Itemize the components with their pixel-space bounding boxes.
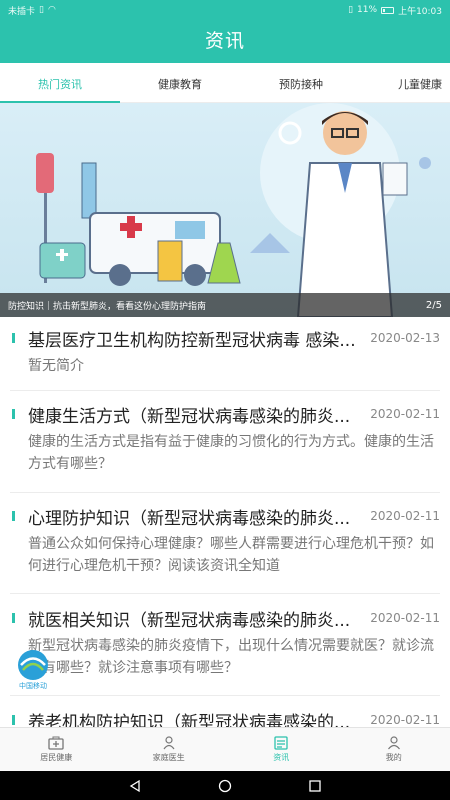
header: 未插卡 ▯ ◠ ▯ 11% 上午10:03 资讯 — [0, 0, 450, 63]
tab-vaccination[interactable]: 预防接种 — [279, 76, 323, 92]
status-bar: 未插卡 ▯ ◠ ▯ 11% 上午10:03 — [0, 0, 450, 20]
article-summary: 普通公众如何保持心理健康？哪些人群需要进行心理危机干预？如何进行心理危机干预？阅… — [28, 536, 434, 574]
nav-mine[interactable]: 我的 — [338, 728, 450, 771]
nav-news[interactable]: 资讯 — [225, 728, 338, 771]
doctor-icon — [163, 736, 175, 750]
article-summary: 健康的生活方式是指有益于健康的习惯化的行为方式。健康的生活方式有哪些？ — [28, 434, 434, 472]
article-title: 就医相关知识（新型冠状病毒感染的肺炎... — [28, 610, 351, 631]
article-summary: 暂无简介 — [28, 358, 84, 374]
divider — [10, 390, 440, 391]
divider — [10, 695, 440, 696]
person-icon — [387, 736, 400, 750]
article-title: 心理防护知识（新型冠状病毒感染的肺炎... — [28, 508, 351, 529]
article-date: 2020-02-11 — [370, 713, 440, 727]
medical-kit-icon — [48, 736, 64, 750]
banner-caption-bar: 防控知识｜抗击新型肺炎，看看这份心理防护指南 2/5 — [0, 293, 450, 317]
tab-hot-news[interactable]: 热门资讯 — [38, 76, 82, 92]
divider — [10, 593, 440, 594]
banner-carousel[interactable]: 防控知识｜抗击新型肺炎，看看这份心理防护指南 2/5 — [0, 103, 450, 317]
tab-child-health[interactable]: 儿童健康 — [398, 76, 442, 92]
news-icon — [274, 736, 288, 750]
app-screen: 未插卡 ▯ ◠ ▯ 11% 上午10:03 资讯 热门资讯 健康教育 预防接种 … — [0, 0, 450, 800]
carrier-label: 未插卡 — [8, 6, 36, 17]
nav-label: 资讯 — [273, 753, 290, 762]
svg-text:中国移动: 中国移动 — [19, 681, 47, 690]
article-marker — [12, 409, 15, 419]
article-marker — [12, 715, 15, 725]
nav-label: 居民健康 — [40, 753, 73, 762]
vibrate-icon: ▯ — [348, 5, 354, 15]
home-icon[interactable] — [218, 779, 232, 793]
banner-caption: 防控知识｜抗击新型肺炎，看看这份心理防护指南 — [8, 301, 207, 312]
recent-apps-icon[interactable] — [308, 779, 322, 793]
system-navigation-bar — [0, 771, 450, 800]
article-marker — [12, 333, 15, 343]
article-title: 健康生活方式（新型冠状病毒感染的肺炎... — [28, 406, 351, 427]
tab-health-education[interactable]: 健康教育 — [158, 76, 202, 92]
nav-family-doctor[interactable]: 家庭医生 — [113, 728, 226, 771]
article-marker — [12, 511, 15, 521]
article-date: 2020-02-11 — [370, 509, 440, 523]
nav-label: 家庭医生 — [152, 753, 185, 762]
article-date: 2020-02-11 — [370, 611, 440, 625]
article-title: 基层医疗卫生机构防控新型冠状病毒 感染... — [28, 330, 356, 351]
wifi-icon: ◠ — [47, 5, 56, 15]
article-summary: 新型冠状病毒感染的肺炎疫情下，出现什么情况需要就医？就诊流程有哪些？就诊注意事项… — [28, 638, 434, 676]
article-date: 2020-02-11 — [370, 407, 440, 421]
bottom-navigation: 居民健康 家庭医生 资讯 我的 — [0, 727, 450, 771]
china-mobile-logo: 中国移动 — [18, 650, 48, 690]
category-tabs: 热门资讯 健康教育 预防接种 儿童健康 — [0, 63, 450, 103]
battery-icon — [381, 6, 395, 14]
banner-pager: 2/5 — [425, 299, 442, 311]
page-title: 资讯 — [204, 30, 245, 52]
article-date: 2020-02-13 — [370, 331, 440, 345]
clock-time: 上午10:03 — [398, 6, 442, 17]
back-icon[interactable] — [128, 779, 142, 793]
article-marker — [12, 613, 15, 623]
nav-resident-health[interactable]: 居民健康 — [0, 728, 113, 771]
sim-icon: ▯ — [39, 5, 44, 15]
nav-label: 我的 — [385, 753, 402, 762]
battery-percent: 11% — [357, 5, 378, 15]
banner-illustration — [36, 103, 431, 317]
divider — [10, 492, 440, 493]
